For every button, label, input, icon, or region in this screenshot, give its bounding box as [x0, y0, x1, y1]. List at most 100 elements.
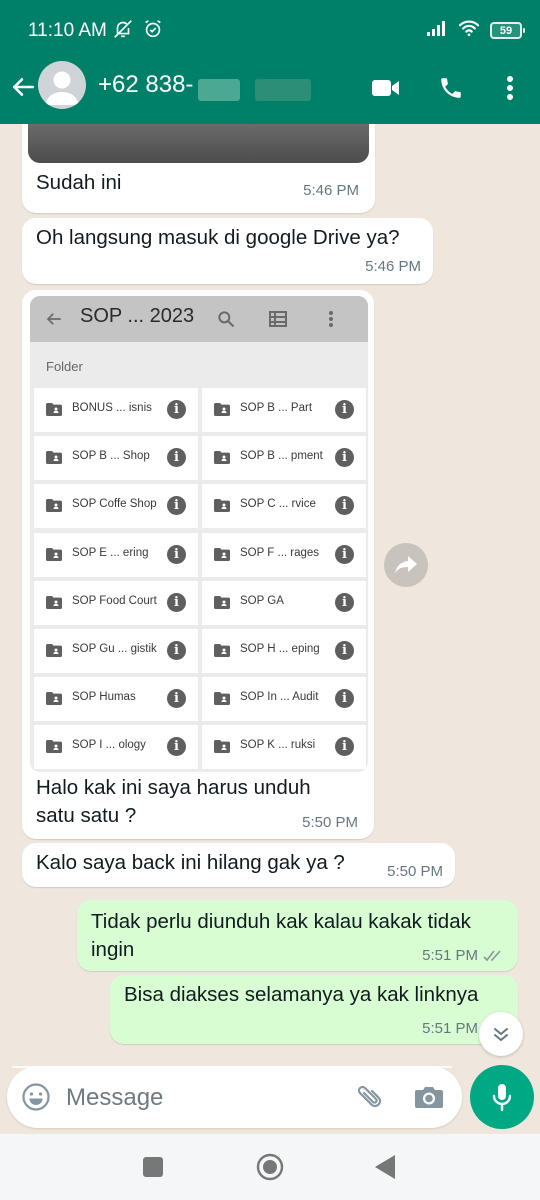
- shared-folder-icon: [46, 499, 62, 513]
- message-time: 5:51 PM: [422, 947, 478, 964]
- folder-name: SOP E ... ering: [72, 546, 149, 559]
- folder-name: SOP B ... pment: [240, 450, 323, 463]
- folder-name: SOP GA: [240, 594, 284, 607]
- drive-screenshot-image[interactable]: SOP ... 2023 Folder BONUS ... isnis i SOP …: [30, 296, 368, 772]
- system-back-button[interactable]: [375, 1155, 395, 1184]
- folder-name: SOP Food Court: [72, 594, 157, 607]
- folder-name: SOP B ... Part: [240, 402, 313, 414]
- folder-item: SOP Food Court i: [34, 580, 198, 625]
- default-avatar-icon: [45, 71, 79, 105]
- folder-item: SOP E ... ering i: [34, 532, 198, 577]
- folder-item: SOP F ... rages i: [202, 532, 366, 577]
- folder-name: SOP I ... ology: [72, 739, 146, 752]
- forward-arrow-icon: [395, 556, 417, 574]
- camera-button[interactable]: [414, 1083, 444, 1116]
- folder-item: SOP Gu ... gistik i: [34, 629, 198, 673]
- alarm-icon: [142, 18, 164, 45]
- message-time: 5:46 PM: [303, 182, 359, 199]
- voice-call-button[interactable]: [435, 72, 467, 104]
- shared-folder-icon: [46, 403, 62, 416]
- battery-icon: 59: [490, 22, 525, 39]
- info-icon: i: [167, 592, 186, 612]
- message-incoming[interactable]: Sudah ini 5:46 PM: [22, 124, 375, 213]
- info-icon: i: [335, 737, 354, 757]
- image-attachment[interactable]: [28, 124, 369, 163]
- message-incoming[interactable]: SOP ... 2023 Folder BONUS ... isnis i SOP …: [22, 290, 374, 839]
- shared-folder-icon: [214, 499, 230, 513]
- top-app-bar: 11:10 AM 59 +62 838-: [0, 0, 540, 124]
- drive-toolbar: SOP ... 2023: [30, 296, 368, 342]
- folder-name: SOP K ... ruksi: [240, 739, 316, 752]
- folder-name: SOP H ... eping: [240, 643, 320, 655]
- signal-icon: [426, 20, 448, 41]
- message-incoming[interactable]: Kalo saya back ini hilang gak ya ? 5:50 …: [22, 843, 455, 887]
- message-incoming[interactable]: Oh langsung masuk di google Drive ya? 5:…: [22, 218, 433, 284]
- folder-name: SOP Humas: [72, 691, 136, 704]
- list-view-icon: [269, 311, 287, 327]
- section-label: Folder: [46, 359, 83, 374]
- message-outgoing[interactable]: Tidak perlu diunduh kak kalau kakak tida…: [77, 900, 518, 971]
- info-icon: i: [335, 448, 354, 468]
- message-text-line: Halo kak ini saya harus unduh: [36, 776, 311, 799]
- home-button[interactable]: [256, 1153, 284, 1186]
- folder-item: SOP H ... eping i: [202, 629, 366, 673]
- message-text: Bisa diakses selamanya ya kak linknya: [124, 983, 479, 1006]
- folder-name: SOP In ... Audit: [240, 691, 319, 704]
- circle-home-icon: [256, 1153, 284, 1181]
- shared-folder-icon: [46, 451, 62, 465]
- status-bar: 11:10 AM 59: [0, 0, 540, 60]
- back-button[interactable]: [8, 72, 38, 102]
- forward-button[interactable]: [384, 543, 428, 587]
- folder-name: SOP C ... rvice: [240, 498, 316, 511]
- video-camera-icon: [372, 80, 399, 96]
- shared-folder-icon: [214, 692, 230, 706]
- shared-folder-icon: [214, 547, 230, 561]
- folder-item: SOP B ... Part i: [202, 388, 366, 432]
- folder-item: BONUS ... isnis i: [34, 388, 198, 432]
- recents-button[interactable]: [143, 1157, 163, 1182]
- folder-item: SOP B ... Shop i: [34, 436, 198, 481]
- status-time: 11:10 AM: [28, 20, 107, 41]
- scroll-to-bottom-button[interactable]: [479, 1012, 523, 1056]
- mute-notifications-icon: [112, 18, 134, 45]
- emoji-button[interactable]: [21, 1082, 51, 1117]
- paperclip-icon: [357, 1085, 382, 1108]
- attach-button[interactable]: [352, 1081, 384, 1118]
- voice-message-button[interactable]: [470, 1065, 534, 1129]
- info-icon: i: [167, 448, 186, 468]
- square-icon: [143, 1157, 163, 1177]
- info-icon: i: [335, 496, 354, 516]
- message-input-field[interactable]: Message: [7, 1066, 462, 1128]
- redacted-name-part: [255, 79, 311, 101]
- message-time: 5:46 PM: [365, 258, 421, 275]
- shared-folder-icon: [214, 595, 230, 609]
- microphone-icon: [492, 1084, 512, 1112]
- shared-folder-icon: [214, 644, 230, 657]
- double-check-read-icon: [483, 950, 501, 962]
- folder-item: SOP K ... ruksi i: [202, 725, 366, 770]
- message-outgoing[interactable]: Bisa diakses selamanya ya kak linknya 5:…: [110, 975, 518, 1044]
- contact-avatar[interactable]: [38, 61, 86, 109]
- folder-name: SOP F ... rages: [240, 546, 320, 559]
- info-icon: i: [335, 592, 354, 612]
- more-options-button[interactable]: [494, 72, 526, 104]
- double-chevron-down-icon: [494, 1028, 508, 1041]
- folder-item: SOP C ... rvice i: [202, 484, 366, 529]
- shared-folder-icon: [214, 451, 230, 465]
- info-icon: i: [167, 496, 186, 516]
- message-time: 5:50 PM: [387, 863, 443, 880]
- folder-name: SOP Gu ... gistik: [72, 643, 157, 655]
- message-time: 5:51 PM: [422, 1020, 478, 1037]
- shared-folder-icon: [214, 403, 230, 416]
- info-icon: i: [335, 641, 354, 660]
- info-icon: i: [335, 400, 354, 419]
- chat-conversation[interactable]: Sudah ini 5:46 PM Oh langsung masuk di g…: [0, 124, 540, 1060]
- camera-icon: [415, 1087, 443, 1108]
- video-call-button[interactable]: [370, 72, 402, 104]
- more-vertical-icon: [507, 76, 513, 100]
- contact-name[interactable]: +62 838-: [98, 71, 193, 99]
- message-text-line: satu satu ?: [36, 804, 137, 827]
- message-text-line: ingin: [91, 938, 135, 961]
- shared-folder-icon: [214, 740, 230, 754]
- info-icon: i: [167, 400, 186, 419]
